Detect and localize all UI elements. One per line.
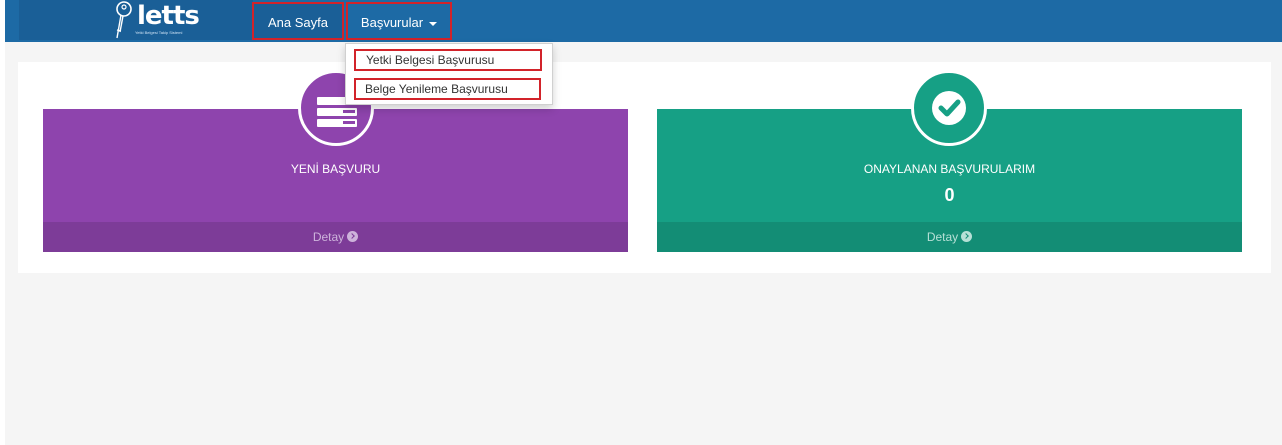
new-application-title: YENİ BAŞVURU [290,162,381,176]
menu-item-renewal-application[interactable]: Belge Yenileme Başvurusu [354,78,541,100]
nav-home-label: Ana Sayfa [268,15,328,30]
detail-label: Detay [926,230,959,244]
check-icon [932,91,966,125]
approved-applications-detail-link[interactable]: Detay [657,222,1242,252]
page-left-edge [0,0,5,445]
nav-home-link[interactable]: Ana Sayfa [252,2,344,40]
caret-down-icon [429,21,438,26]
brand-name: letts [137,1,200,31]
brand-subtitle: Yetki Belgesi Takip Sistemi [135,30,183,35]
brand-logo[interactable]: letts Yetki Belgesi Takip Sistemi [19,0,253,40]
applications-dropdown-menu: Yetki Belgesi Başvurusu Belge Yenileme B… [345,43,553,105]
key-icon [116,1,132,39]
arrow-circle-right-icon [961,231,973,243]
check-icon-badge [911,70,987,146]
approved-applications-title: ONAYLANAN BAŞVURULARIM [863,162,1036,176]
top-navbar: letts Yetki Belgesi Takip Sistemi Ana Sa… [5,0,1282,42]
nav-applications-label: Başvurular [360,15,424,30]
new-application-detail-link[interactable]: Detay [43,222,628,252]
detail-label: Detay [312,230,345,244]
approved-applications-count: 0 [944,185,955,205]
nav-applications-dropdown[interactable]: Başvurular [346,2,452,40]
arrow-circle-right-icon [347,231,359,243]
menu-item-authorization-application[interactable]: Yetki Belgesi Başvurusu [354,49,542,71]
